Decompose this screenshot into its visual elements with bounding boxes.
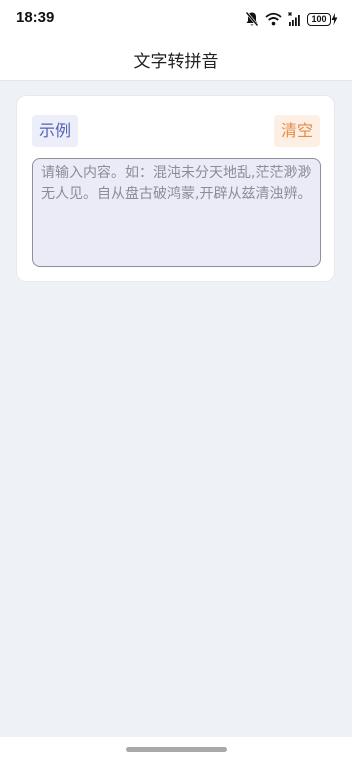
app-header: 文字转拼音 — [0, 40, 352, 81]
clear-button[interactable]: 清空 — [273, 115, 320, 147]
bell-muted-icon — [245, 11, 259, 27]
wifi-icon — [265, 12, 282, 26]
status-bar: 18:39 100 — [0, 0, 352, 40]
bottom-bar — [0, 737, 352, 762]
status-time: 18:39 — [16, 9, 55, 26]
home-indicator[interactable] — [126, 747, 227, 752]
status-icons: 100 — [245, 10, 338, 28]
charging-icon — [331, 13, 338, 25]
page-title: 文字转拼音 — [133, 52, 219, 72]
battery-level: 100 — [307, 12, 331, 26]
signal-icon — [288, 12, 300, 26]
input-card: 示例 清空 — [16, 95, 335, 282]
text-input[interactable] — [32, 158, 321, 267]
example-button[interactable]: 示例 — [32, 115, 79, 147]
battery-icon: 100 — [307, 12, 338, 26]
